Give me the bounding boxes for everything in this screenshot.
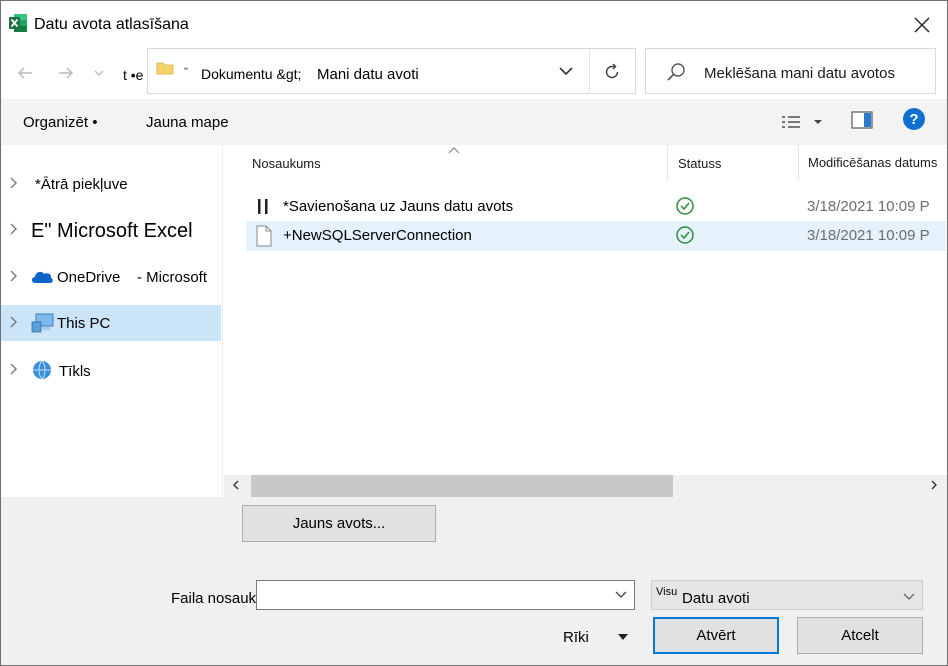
table-row[interactable]: +NewSQLServerConnection 3/18/2021 10:09 …: [246, 221, 946, 251]
check-circle-icon: [676, 226, 694, 244]
title-bar: Datu avota atlasīšana: [1, 1, 947, 49]
chevron-down-icon[interactable]: [614, 587, 628, 601]
tools-button[interactable]: Rīki: [563, 629, 589, 646]
window-title: Datu avota atlasīšana: [34, 16, 189, 33]
network-icon: [33, 360, 51, 380]
chevron-down-icon: [559, 67, 573, 75]
up-button-label[interactable]: t •e: [123, 67, 143, 83]
chevron-right-icon: [10, 177, 17, 189]
recent-locations-button[interactable]: [87, 59, 111, 87]
open-button[interactable]: Atvērt: [653, 617, 779, 654]
sidebar-item-label: E" Microsoft Excel: [31, 220, 193, 242]
column-header-modified[interactable]: Modificēšanas datums: [808, 155, 937, 170]
sidebar-item-this-pc[interactable]: This PC: [1, 305, 221, 341]
navigation-pane: *Ātrā piekļuve E" Microsoft Excel OneDri…: [1, 145, 223, 497]
sidebar-item-network[interactable]: Tīkls: [1, 352, 221, 388]
address-bar[interactable]: " Dokumentu &gt; Mani datu avoti: [147, 48, 636, 94]
chevron-right-icon: [10, 316, 17, 328]
new-source-button[interactable]: Jauns avots...: [242, 505, 436, 542]
breadcrumb-documents[interactable]: Dokumentu &gt;: [201, 66, 301, 82]
column-header-name[interactable]: Nosaukums: [252, 156, 321, 171]
chevron-right-icon: [10, 270, 17, 282]
data-source-dialog: Datu avota atlasīšana t •e " Dokumentu &…: [0, 0, 948, 666]
scrollbar-thumb[interactable]: [251, 475, 673, 497]
sidebar-item-label: OneDrive: [57, 269, 121, 286]
view-options-icon[interactable]: [780, 112, 824, 132]
file-icon: [256, 225, 272, 247]
file-name: *Savienošana uz Jauns datu avots: [283, 198, 514, 215]
new-folder-button[interactable]: Jauna mape: [146, 114, 229, 131]
file-type-value: Datu avoti: [682, 590, 750, 607]
sidebar-item-label: This PC: [57, 315, 111, 332]
search-box[interactable]: Meklēšana mani datu avotos: [645, 48, 936, 94]
column-divider[interactable]: [798, 145, 799, 181]
chevron-down-icon: [94, 70, 104, 76]
search-input[interactable]: Meklēšana mani datu avotos: [704, 65, 895, 82]
sidebar-item-quick-access[interactable]: *Ātrā piekļuve: [1, 166, 221, 202]
close-button[interactable]: [901, 7, 943, 43]
sort-ascending-icon: [448, 145, 460, 157]
chevron-right-icon: [10, 223, 17, 235]
sidebar-item-onedrive[interactable]: OneDrive - Microsoft: [1, 259, 221, 295]
chevron-right-icon: [10, 363, 17, 375]
refresh-button[interactable]: [600, 60, 624, 84]
back-button[interactable]: [10, 59, 40, 87]
refresh-icon: [605, 63, 619, 79]
column-header-status[interactable]: Statuss: [678, 156, 721, 171]
horizontal-scrollbar[interactable]: [224, 475, 947, 497]
sidebar-item-label: *Ātrā piekļuve: [35, 176, 128, 193]
address-separator: ": [184, 66, 188, 78]
forward-button[interactable]: [51, 59, 81, 87]
dialog-footer: Jauns avots... Faila nosaukums: Visu Dat…: [1, 497, 947, 665]
folder-icon: [156, 62, 174, 75]
search-icon: [667, 63, 685, 81]
scroll-right-icon[interactable]: [930, 479, 938, 493]
cancel-button[interactable]: Atcelt: [797, 617, 923, 654]
file-type-prefix: Visu: [656, 586, 678, 598]
command-bar: Organizēt • Jauna mape ?: [1, 99, 947, 145]
file-list: Nosaukums Statuss Modificēšanas datums *…: [224, 145, 947, 475]
file-date: 3/18/2021 10:09 P: [807, 227, 930, 244]
connection-file-icon: [258, 199, 268, 214]
arrow-left-icon: [17, 67, 32, 79]
caret-down-icon[interactable]: [616, 630, 630, 644]
preview-pane-icon[interactable]: [851, 111, 873, 129]
sidebar-item-microsoft-excel[interactable]: E" Microsoft Excel: [1, 212, 221, 248]
chevron-down-icon: [903, 593, 915, 600]
check-circle-icon: [676, 197, 694, 215]
sidebar-item-label: Tīkls: [59, 363, 91, 380]
file-type-select[interactable]: Visu Datu avoti: [651, 580, 923, 610]
breadcrumb-my-data-sources[interactable]: Mani datu avoti: [317, 66, 419, 83]
file-date: 3/18/2021 10:09 P: [807, 198, 930, 215]
organize-button[interactable]: Organizēt •: [23, 114, 97, 131]
excel-icon: [9, 14, 27, 32]
address-dropdown-button[interactable]: [554, 61, 578, 81]
divider: [589, 49, 590, 93]
close-icon: [914, 17, 930, 33]
file-name: +NewSQLServerConnection: [283, 227, 472, 244]
arrow-right-icon: [59, 67, 74, 79]
help-button[interactable]: ?: [903, 108, 925, 130]
cloud-icon: [32, 271, 53, 283]
computer-icon: [31, 313, 54, 333]
sidebar-item-suffix: - Microsoft: [137, 269, 208, 286]
filename-input[interactable]: [256, 580, 635, 610]
column-divider[interactable]: [667, 145, 668, 181]
scroll-left-icon[interactable]: [232, 479, 240, 493]
table-row[interactable]: *Savienošana uz Jauns datu avots 3/18/20…: [246, 192, 946, 222]
